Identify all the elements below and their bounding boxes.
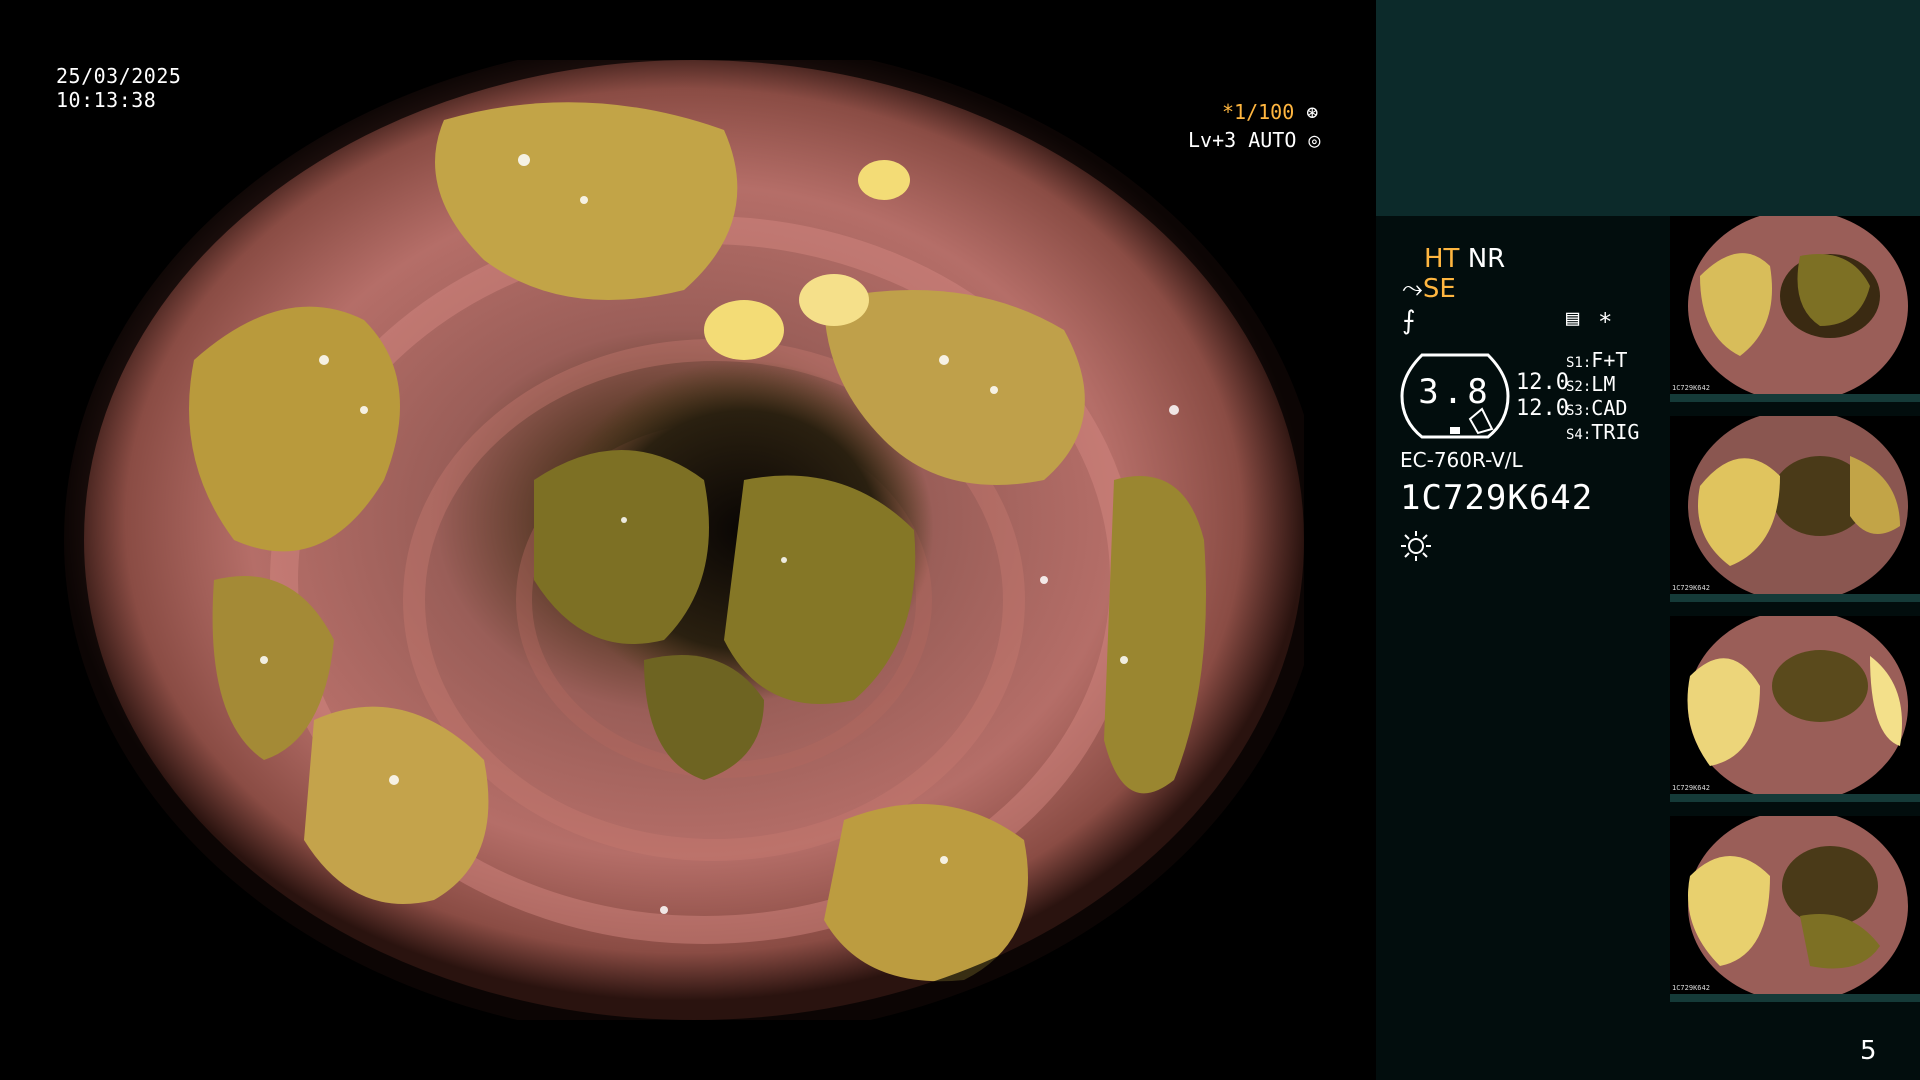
thumbnail-2[interactable]: 1C729K642: [1670, 416, 1920, 602]
thumbnail-serial: 1C729K642: [1672, 384, 1710, 392]
thumbnail-bar: [1670, 794, 1920, 802]
thumbnail-serial: 1C729K642: [1672, 784, 1710, 792]
timestamp: 25/03/2025 10:13:38: [56, 64, 181, 112]
time-text: 10:13:38: [56, 88, 157, 112]
scope-serial: 1C729K642: [1400, 478, 1594, 518]
thumbnail-bar: [1670, 394, 1920, 402]
mode-se: SE: [1422, 274, 1456, 304]
thumbnail-serial: 1C729K642: [1672, 584, 1710, 592]
scope-icon: ⤳: [1402, 274, 1423, 304]
star-indicator: *: [1598, 308, 1613, 336]
se-indicator: ⤳SE: [1402, 274, 1456, 304]
switch-row-4: S4:TRIG: [1566, 420, 1640, 444]
switch-value: LM: [1591, 372, 1616, 396]
switch-row-2: S2:LM: [1566, 372, 1616, 396]
level-readout: Lv+3 AUTO ◎: [1188, 126, 1320, 154]
page-number: 5: [1860, 1036, 1877, 1066]
aperture-icon: ⊛: [1306, 100, 1319, 124]
thumbnail-3[interactable]: 1C729K642: [1670, 616, 1920, 802]
switch-row-1: S1:F+T: [1566, 348, 1628, 372]
shutter-text: *1/100: [1222, 100, 1295, 124]
thumbnail-1[interactable]: 1C729K642: [1670, 216, 1920, 402]
gauge-value: 3.8: [1418, 372, 1492, 412]
switch-value: TRIG: [1591, 420, 1640, 444]
mode-nr: NR: [1467, 244, 1506, 274]
level-text: Lv+3 AUTO: [1188, 128, 1297, 152]
scope-model: EC-760R-V/L: [1400, 448, 1523, 472]
switch-value: CAD: [1591, 396, 1628, 420]
thumbnail-image: [1688, 816, 1908, 1002]
thumbnail-image: [1688, 416, 1908, 602]
thumbnail-serial: 1C729K642: [1672, 984, 1710, 992]
mode-indicators: HT NR: [1424, 244, 1505, 274]
thumbnail-bar: [1670, 594, 1920, 602]
switch-key: S3: [1566, 403, 1583, 419]
switch-row-3: S3:CAD: [1566, 396, 1628, 420]
thumbnail-image: [1687, 616, 1908, 802]
value-lower: 12.0: [1516, 396, 1569, 421]
switch-key: S4: [1566, 427, 1583, 443]
switch-key: S2: [1566, 379, 1583, 395]
switch-value: F+T: [1591, 348, 1628, 372]
target-icon: ◎: [1308, 128, 1321, 152]
endoscope-view: [64, 60, 1304, 1020]
f-icon: ⨍: [1402, 306, 1416, 336]
date-text: 25/03/2025: [56, 64, 182, 88]
settings-list-icon: ▤: [1566, 306, 1580, 331]
value-upper: 12.0: [1516, 370, 1569, 395]
thumbnail-image: [1688, 216, 1908, 402]
mode-ht: HT: [1424, 244, 1460, 274]
thumbnail-4[interactable]: 1C729K642: [1670, 816, 1920, 1002]
light-icon: [1401, 531, 1431, 561]
endoscope-image: [64, 60, 1304, 1020]
shutter-readout: *1/100 ⊛: [1222, 98, 1318, 126]
side-panel-header: [1376, 0, 1920, 216]
switch-key: S1: [1566, 355, 1583, 371]
thumbnail-bar: [1670, 994, 1920, 1002]
